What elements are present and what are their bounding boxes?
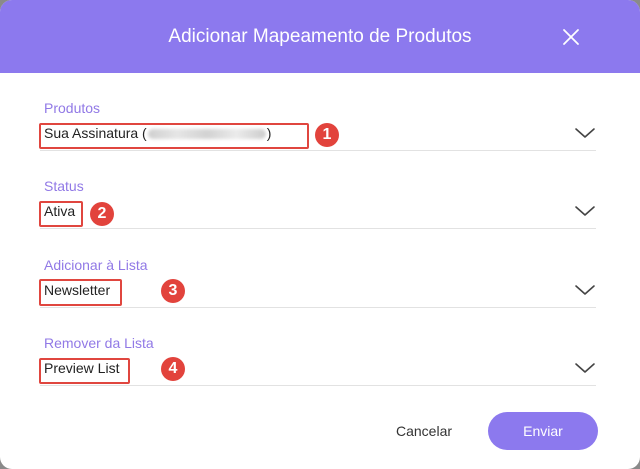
status-value: Ativa (44, 203, 76, 219)
chevron-down-icon (575, 285, 595, 295)
adicionar-lista-select[interactable]: Newsletter (40, 275, 596, 308)
step-marker-4: 4 (161, 357, 185, 381)
modal-title: Adicionar Mapeamento de Produtos (168, 26, 472, 47)
step-marker-1: 1 (315, 123, 339, 147)
produtos-value-suffix: ) (266, 125, 272, 141)
product-mapping-modal: Adicionar Mapeamento de Produtos Produto… (0, 0, 640, 469)
produtos-value: Sua Assinatura () (44, 125, 271, 141)
adicionar-lista-value: Newsletter (44, 282, 111, 298)
chevron-down-icon (575, 128, 595, 138)
produtos-label: Produtos (44, 100, 101, 116)
modal-header: Adicionar Mapeamento de Produtos (0, 0, 640, 73)
step-marker-3: 3 (161, 279, 185, 303)
close-icon (563, 29, 579, 45)
submit-button[interactable]: Enviar (488, 412, 598, 450)
status-field: Status Ativa (40, 178, 596, 238)
adicionar-lista-label: Adicionar à Lista (44, 257, 148, 273)
redacted-text (147, 129, 266, 140)
remover-lista-select[interactable]: Preview List (40, 353, 596, 386)
chevron-down-icon (575, 206, 595, 216)
cancel-button[interactable]: Cancelar (384, 414, 464, 448)
adicionar-lista-field: Adicionar à Lista Newsletter (40, 257, 596, 317)
status-label: Status (44, 178, 84, 194)
step-marker-2: 2 (90, 202, 114, 226)
produtos-value-prefix: Sua Assinatura ( (44, 125, 147, 141)
remover-lista-field: Remover da Lista Preview List (40, 335, 596, 395)
close-button[interactable] (556, 22, 586, 52)
remover-lista-label: Remover da Lista (44, 335, 154, 351)
status-select[interactable]: Ativa (40, 196, 596, 229)
chevron-down-icon (575, 363, 595, 373)
remover-lista-value: Preview List (44, 360, 120, 376)
